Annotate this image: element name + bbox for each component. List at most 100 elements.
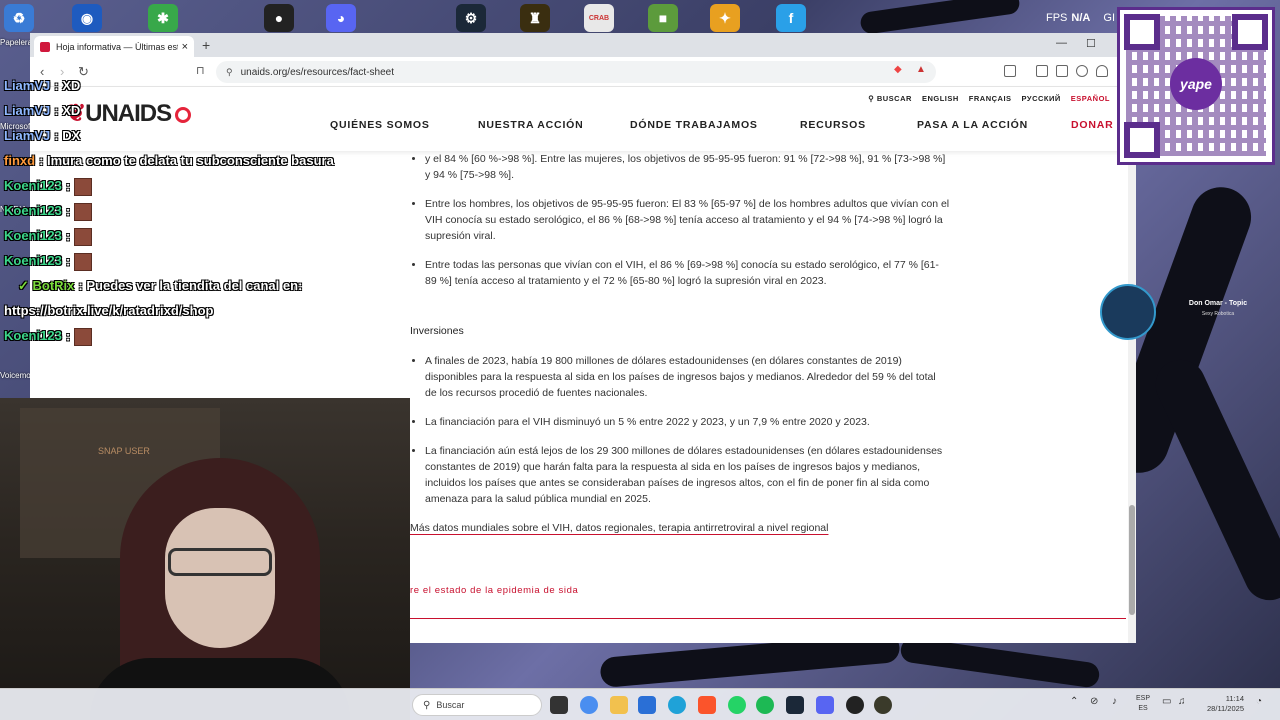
list-item: y el 84 % [60 %->98 %]. Entre las mujere… <box>425 151 950 183</box>
network-off-icon[interactable]: ⊘ <box>1090 696 1098 707</box>
crab-game-icon[interactable]: CRAB <box>584 4 614 32</box>
app-icon-blue[interactable]: ◉ <box>72 4 102 32</box>
album-cover <box>1100 284 1156 340</box>
recycle-bin-icon[interactable]: ♻ <box>4 4 34 32</box>
whatsapp-icon[interactable] <box>728 696 746 714</box>
volume-icon[interactable]: ♫ <box>1178 696 1186 707</box>
spotify-icon[interactable] <box>756 696 774 714</box>
bullet-list-investments: A finales de 2023, había 19 800 millones… <box>410 353 950 507</box>
fps-counter: FPS N/A GI <box>1046 12 1116 24</box>
steam-taskbar-icon[interactable] <box>786 696 804 714</box>
chevron-up-icon[interactable]: ⌃ <box>1070 696 1078 707</box>
close-tab-icon[interactable]: × <box>182 41 188 53</box>
search-link[interactable]: ⚲ BUSCAR <box>868 94 912 103</box>
emote-icon <box>74 228 93 246</box>
chat-message: Koeni123: <box>4 178 404 203</box>
discord-taskbar-icon[interactable] <box>816 696 834 714</box>
app-icon-f[interactable]: f <box>776 4 806 32</box>
bookmark-icon[interactable]: ⊓ <box>196 64 205 77</box>
unaids-favicon-icon <box>40 41 50 52</box>
nav-pasa-a-la-accion[interactable]: PASA A LA ACCIÓN <box>917 119 1071 131</box>
main-nav: QUIÉNES SOMOS NUESTRA ACCIÓN DÓNDE TRABA… <box>330 119 1114 131</box>
task-view-icon[interactable] <box>550 696 568 714</box>
emote-icon <box>74 253 93 271</box>
taskbar-search[interactable]: ⚲ Buscar <box>412 694 542 716</box>
chat-message: finxd: Imura como te delata tu subconsci… <box>4 153 334 168</box>
wallet-icon[interactable] <box>1056 65 1068 77</box>
music-title: Don Omar - Topic <box>1188 300 1248 307</box>
taskbar: ⚲ Buscar ⌃ ⊘ ♪ ESP ES ▭ ♫ 11:14 28/11/2025… <box>0 688 1280 720</box>
edge-icon[interactable] <box>668 696 686 714</box>
notification-icon[interactable]: ◔ <box>1256 696 1262 707</box>
tab-bar: Hoja informativa — Últimas esta × + — ☐ <box>30 33 1136 57</box>
brave-rewards-icon[interactable]: ▲ <box>916 64 926 75</box>
minimize-button[interactable]: — <box>1056 37 1067 49</box>
new-tab-button[interactable]: + <box>202 37 210 53</box>
utility-nav: ⚲ BUSCAR ENGLISH FRANÇAIS РУССКИЙ ESPAÑO… <box>868 94 1110 103</box>
more-data-link[interactable]: Más datos mundiales sobre el VIH, datos … <box>410 522 828 534</box>
emote-icon <box>74 203 93 221</box>
yape-qr-code: yape <box>1117 7 1275 165</box>
obs-icon[interactable]: ● <box>264 4 294 32</box>
page-scrollbar-thumb[interactable] <box>1129 505 1135 615</box>
back-icon[interactable]: ‹ <box>40 64 44 79</box>
emote-icon <box>74 328 93 346</box>
app-taskbar-icon[interactable] <box>874 696 892 714</box>
forward-icon[interactable]: › <box>60 64 64 79</box>
lang-english[interactable]: ENGLISH <box>922 94 959 103</box>
tab-fact-sheet[interactable]: Hoja informativa — Últimas esta × <box>34 36 194 57</box>
system-clock[interactable]: 11:14 28/11/2025 <box>1200 694 1244 714</box>
nav-donde-trabajamos[interactable]: DÓNDE TRABAJAMOS <box>630 119 800 131</box>
bullet-list-targets: y el 84 % [60 %->98 %]. Entre las mujere… <box>410 151 950 289</box>
minecraft-icon[interactable]: ■ <box>648 4 678 32</box>
leo-icon[interactable] <box>1076 65 1088 77</box>
chat-message-continued: https://botrix.live/k/ratadrixd/shop <box>4 303 214 318</box>
divider <box>410 618 1126 619</box>
chat-message: LiamVJ: XD <box>4 78 81 93</box>
lang-spanish[interactable]: ESPAÑOL <box>1071 94 1110 103</box>
music-artist: Sexy Robotica <box>1201 311 1235 317</box>
sidebar-icon[interactable] <box>1036 65 1048 77</box>
taskbar-search-placeholder: Buscar <box>436 700 465 710</box>
url-text: unaids.org/es/resources/fact-sheet <box>240 66 395 78</box>
microphone-icon[interactable]: ♪ <box>1112 696 1117 707</box>
now-playing-widget: Don Omar - Topic Sexy Robotica <box>1100 284 1280 340</box>
chat-message: Koeni123: <box>4 203 404 228</box>
file-explorer-icon[interactable] <box>610 696 628 714</box>
lang-french[interactable]: FRANÇAIS <box>969 94 1012 103</box>
brave-icon[interactable] <box>698 696 716 714</box>
site-info-icon[interactable]: ⚲ <box>226 67 233 78</box>
lang-russian[interactable]: РУССКИЙ <box>1022 94 1061 103</box>
section-title-inversiones: Inversiones <box>410 325 464 337</box>
list-item: La financiación aún está lejos de los 29… <box>425 443 950 507</box>
search-icon: ⚲ <box>423 699 431 711</box>
list-item: Entre los hombres, los objetivos de 95-9… <box>425 196 950 244</box>
vpn-icon[interactable] <box>1096 65 1108 77</box>
bot-icon: ✓ <box>18 278 33 293</box>
epidemic-status-link[interactable]: re el estado de la epidemia de sida <box>410 585 578 596</box>
obs-taskbar-icon[interactable] <box>846 696 864 714</box>
app-icon-green[interactable]: ✱ <box>148 4 178 32</box>
chat-message: Koeni123: <box>4 228 404 253</box>
cs-icon[interactable]: ✦ <box>710 4 740 32</box>
nav-recursos[interactable]: RECURSOS <box>800 119 917 131</box>
brave-shield-icon[interactable]: ◆ <box>894 64 902 75</box>
steam-icon[interactable]: ⚙ <box>456 4 486 32</box>
chat-message: ✓ BotRix: Puedes ver la tiendita del can… <box>18 278 303 293</box>
nav-nuestra-accion[interactable]: NUESTRA ACCIÓN <box>478 119 630 131</box>
store-icon[interactable] <box>638 696 656 714</box>
stream-chat-overlay: LiamVJ: XD LiamVJ: XD LiamVJ: DX finxd: … <box>4 78 404 353</box>
nav-donar[interactable]: DONAR <box>1071 119 1114 131</box>
display-icon[interactable]: ▭ <box>1162 696 1171 707</box>
maximize-button[interactable]: ☐ <box>1086 37 1096 50</box>
discord-icon[interactable]: ◕ <box>326 4 356 32</box>
input-language[interactable]: ESP ES <box>1136 694 1150 714</box>
chat-message: Koeni123: <box>4 253 404 278</box>
list-item: Entre todas las personas que vivían con … <box>425 257 950 289</box>
chat-message: LiamVJ: XD <box>4 103 81 118</box>
webcam-overlay-text: SNAP USER <box>98 446 150 456</box>
game-icon-1[interactable]: ♜ <box>520 4 550 32</box>
reader-icon[interactable] <box>1004 65 1016 77</box>
copilot-icon[interactable] <box>580 696 598 714</box>
emote-icon <box>74 178 93 196</box>
